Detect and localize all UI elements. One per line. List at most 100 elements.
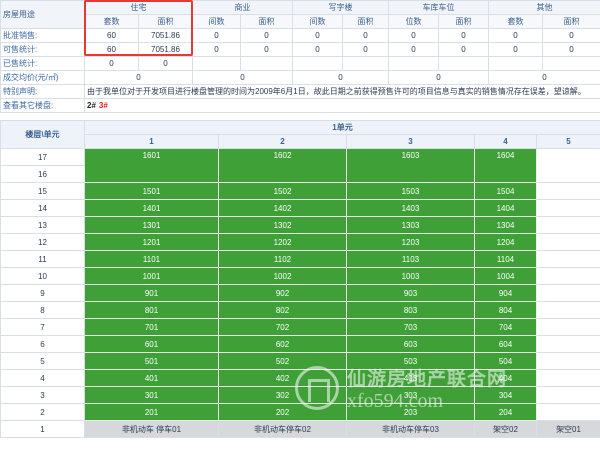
building-link-2[interactable]: 2# (87, 101, 96, 110)
room-cell[interactable]: 1103 (346, 250, 475, 268)
room-cell[interactable]: 603 (346, 335, 475, 353)
floor-row-ground: 1 非机动车 停车01 非机动车停车02 非机动车停车03 架空02 架空01 (0, 420, 600, 438)
summary-cell: 0 (388, 28, 439, 43)
room-cell[interactable]: 601 (84, 335, 219, 353)
room-cell[interactable]: 404 (474, 369, 537, 387)
ground-unit-cell[interactable]: 非机动车停车02 (218, 420, 347, 438)
summary-cell: 0 (438, 42, 489, 57)
room-cell[interactable]: 1304 (474, 216, 537, 234)
room-cell[interactable]: 1402 (218, 199, 347, 217)
room-cell[interactable]: 504 (474, 352, 537, 370)
room-cell[interactable]: 904 (474, 284, 537, 302)
ground-unit-cell[interactable]: 非机动车停车03 (346, 420, 475, 438)
room-cell[interactable]: 1104 (474, 250, 537, 268)
room-cell[interactable]: 503 (346, 352, 475, 370)
room-column-header: 5 (535, 134, 600, 149)
floor-row: 10 1001 1002 1003 1004 (0, 267, 600, 285)
room-cell[interactable]: 403 (346, 369, 475, 387)
room-cell[interactable]: 1101 (84, 250, 219, 268)
room-cell[interactable]: 301 (84, 386, 219, 404)
room-cell[interactable]: 1201 (84, 233, 219, 251)
summary-cell: 0 (488, 28, 543, 43)
room-cell[interactable]: 1502 (218, 182, 347, 200)
room-cell[interactable]: 1602 (218, 148, 347, 183)
room-cell[interactable]: 401 (84, 369, 219, 387)
summary-row: 批准销售: 60 7051.86 0 0 0 0 0 0 0 0 (0, 28, 600, 43)
summary-cell: 0 (292, 42, 343, 57)
room-cell[interactable]: 1303 (346, 216, 475, 234)
room-column-header: 2 (218, 134, 347, 149)
page: 房屋用途 住宅 商业 写字楼 车库车位 其他 套数 面积 间数 面积 间数 面积… (0, 0, 600, 467)
room-cell[interactable]: 704 (474, 318, 537, 336)
empty-room-cell (535, 352, 600, 370)
room-cell[interactable]: 304 (474, 386, 537, 404)
room-cell[interactable]: 202 (218, 403, 347, 421)
sub-header: 套数 (84, 14, 139, 29)
floor-label: 5 (0, 352, 85, 370)
room-cell[interactable]: 602 (218, 335, 347, 353)
floor-row: 14 1401 1402 1403 1404 (0, 199, 600, 217)
room-cell[interactable]: 1504 (474, 182, 537, 200)
room-cell[interactable]: 1501 (84, 182, 219, 200)
other-buildings-label: 查看其它楼盘: (0, 98, 85, 113)
floor-label: 4 (0, 369, 85, 387)
room-cell[interactable]: 1603 (346, 148, 475, 183)
room-cell[interactable]: 1004 (474, 267, 537, 285)
room-cell[interactable]: 501 (84, 352, 219, 370)
summary-cell: 0 (542, 42, 600, 57)
room-cell[interactable]: 1001 (84, 267, 219, 285)
empty-room-cell (535, 369, 600, 387)
building-link-3[interactable]: 3# (99, 101, 108, 110)
sub-header: 间数 (292, 14, 343, 29)
ground-unit-cell[interactable]: 架空01 (535, 420, 600, 438)
room-cell[interactable]: 201 (84, 403, 219, 421)
room-cell[interactable]: 1204 (474, 233, 537, 251)
room-cell[interactable]: 303 (346, 386, 475, 404)
floor-label: 14 (0, 199, 85, 217)
room-column-header: 1 (84, 134, 219, 149)
room-cell[interactable]: 1503 (346, 182, 475, 200)
room-cell[interactable]: 804 (474, 301, 537, 319)
summary-row: 已售统计: 0 0 (0, 56, 600, 71)
avg-price-value: 0 (84, 70, 193, 85)
room-cell[interactable]: 1202 (218, 233, 347, 251)
room-cell[interactable]: 1102 (218, 250, 347, 268)
room-cell[interactable]: 1203 (346, 233, 475, 251)
room-cell[interactable]: 801 (84, 301, 219, 319)
room-cell[interactable]: 1002 (218, 267, 347, 285)
room-cell[interactable]: 901 (84, 284, 219, 302)
floor-row: 5 501 502 503 504 (0, 352, 600, 370)
room-cell[interactable]: 903 (346, 284, 475, 302)
room-cell[interactable]: 803 (346, 301, 475, 319)
room-cell[interactable]: 902 (218, 284, 347, 302)
floor-unit-grid: 楼层\单元 1单元 1 2 3 4 5 17 1601 1602 1603 1604 16… (0, 120, 600, 438)
unit-header: 1单元 (83, 120, 600, 135)
room-cell[interactable]: 502 (218, 352, 347, 370)
room-cell[interactable]: 1601 (84, 148, 219, 183)
room-cell[interactable]: 1401 (84, 199, 219, 217)
room-column-header: 4 (474, 134, 537, 149)
room-cell[interactable]: 802 (218, 301, 347, 319)
ground-unit-cell[interactable]: 架空02 (474, 420, 537, 438)
room-cell[interactable]: 402 (218, 369, 347, 387)
floor-label: 11 (0, 250, 85, 268)
room-cell[interactable]: 204 (474, 403, 537, 421)
sub-header: 面积 (240, 14, 293, 29)
room-cell[interactable]: 1403 (346, 199, 475, 217)
category-other: 其他 (488, 0, 600, 15)
room-cell[interactable]: 1302 (218, 216, 347, 234)
room-cell[interactable]: 1404 (474, 199, 537, 217)
room-cell[interactable]: 701 (84, 318, 219, 336)
room-cell[interactable]: 702 (218, 318, 347, 336)
summary-cell (240, 56, 293, 71)
room-cell[interactable]: 1604 (474, 148, 537, 183)
room-cell[interactable]: 1301 (84, 216, 219, 234)
room-cell[interactable]: 302 (218, 386, 347, 404)
ground-unit-cell[interactable]: 非机动车 停车01 (84, 420, 219, 438)
room-cell[interactable]: 203 (346, 403, 475, 421)
category-residential: 住宅 (84, 0, 193, 15)
summary-row: 可售统计: 60 7051.86 0 0 0 0 0 0 0 0 (0, 42, 600, 57)
room-cell[interactable]: 1003 (346, 267, 475, 285)
room-cell[interactable]: 703 (346, 318, 475, 336)
room-cell[interactable]: 604 (474, 335, 537, 353)
